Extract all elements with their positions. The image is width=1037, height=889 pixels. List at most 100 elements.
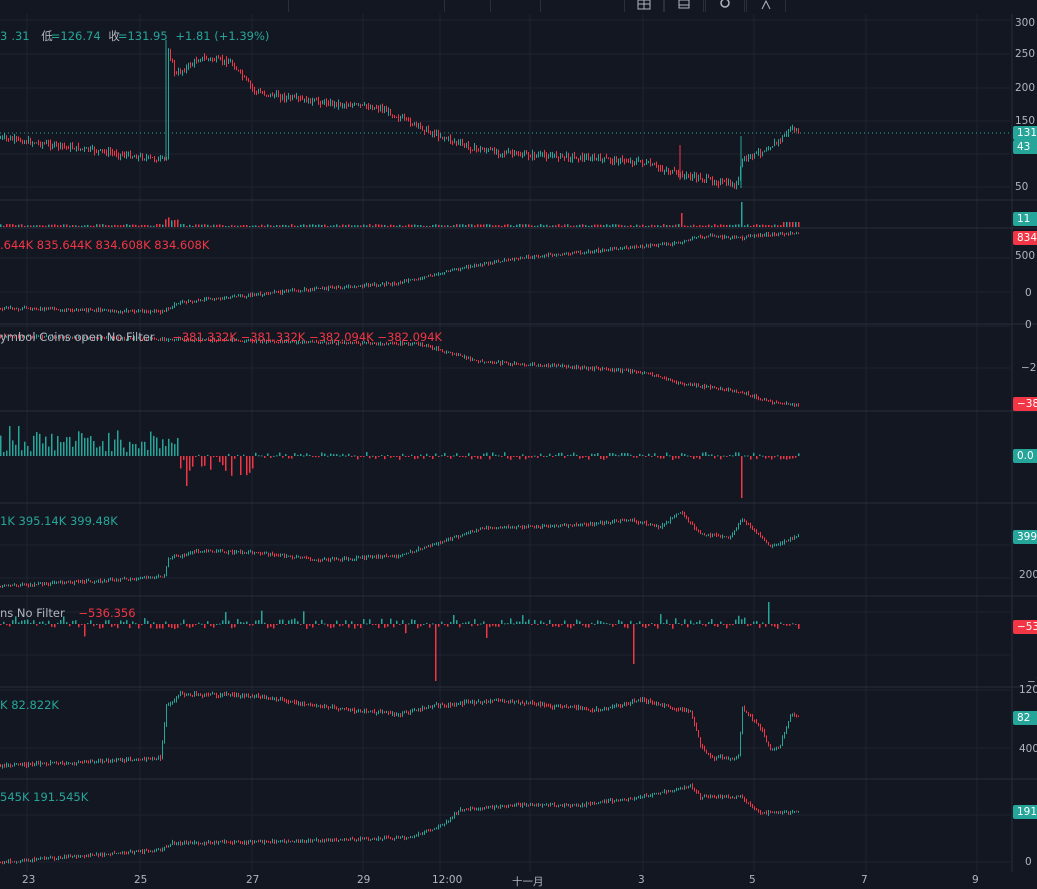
price-candle xyxy=(642,162,643,164)
volume-bar xyxy=(183,224,185,227)
p4-bar xyxy=(372,456,374,457)
price-candle xyxy=(84,148,85,149)
p7-candle xyxy=(582,708,583,709)
p7-candle xyxy=(660,704,661,705)
p7-candle xyxy=(796,716,797,717)
p5-candle xyxy=(354,559,355,560)
price-candle xyxy=(4,136,5,137)
price-candle xyxy=(644,164,645,165)
p3-candle xyxy=(774,402,775,403)
p2-candle xyxy=(292,290,293,291)
p6-bar xyxy=(708,622,710,624)
price-candle xyxy=(190,64,191,66)
p5-candle xyxy=(82,581,83,582)
price-candle xyxy=(308,98,309,102)
p2-candle xyxy=(340,287,341,288)
p5-candle xyxy=(78,581,79,582)
p4-bar xyxy=(747,455,749,456)
p6-bar xyxy=(657,624,659,629)
p7-candle xyxy=(96,761,97,762)
p3-candle xyxy=(444,352,445,353)
p5-candle xyxy=(464,534,465,535)
p4-bar xyxy=(690,456,692,457)
p6-bar xyxy=(468,622,470,624)
p7-candle xyxy=(256,695,257,696)
p5-candle xyxy=(26,585,27,586)
price-candle xyxy=(186,67,187,71)
p6-bar xyxy=(726,624,728,628)
p2-candle xyxy=(330,287,331,288)
p2-candle xyxy=(488,263,489,264)
p5-candle xyxy=(788,540,789,541)
p7-candle xyxy=(112,760,113,761)
p2-candle xyxy=(660,244,661,245)
p5-candle xyxy=(384,556,385,557)
p5-candle xyxy=(282,554,283,555)
volume-bar xyxy=(468,224,470,227)
p7-candle xyxy=(318,706,319,707)
p4-bar xyxy=(705,452,707,456)
volume-bar xyxy=(621,225,623,227)
p5-candle xyxy=(262,554,263,555)
p2-candle xyxy=(792,233,793,234)
chart-canvas[interactable] xyxy=(0,0,1037,884)
volume-bar xyxy=(81,226,83,227)
p6-bar xyxy=(99,624,101,629)
p3-candle xyxy=(672,379,673,381)
p3-candle xyxy=(496,362,497,364)
p7-candle xyxy=(678,710,679,711)
p6-bar xyxy=(774,624,776,627)
p4-bar xyxy=(345,456,347,457)
p2-candle xyxy=(470,266,471,267)
p2-candle xyxy=(210,298,211,299)
p6-bar xyxy=(756,621,758,624)
p8-candle xyxy=(72,856,73,857)
p5-candle xyxy=(174,556,175,558)
p2-candle xyxy=(402,282,403,284)
p8-candle xyxy=(152,851,153,852)
price-candle xyxy=(726,181,727,184)
p5-candle xyxy=(662,525,663,527)
price-candle xyxy=(614,158,615,161)
p5-candle xyxy=(600,522,601,523)
p7-candle xyxy=(694,717,695,724)
volume-bar xyxy=(18,225,20,227)
price-candle xyxy=(268,95,269,96)
p2-candle xyxy=(460,268,461,269)
p6-bar xyxy=(537,624,539,625)
p4-bar xyxy=(255,453,257,456)
p6-bar xyxy=(648,624,650,626)
price-candle xyxy=(400,118,401,119)
p4-bar xyxy=(693,456,695,459)
p6-bar xyxy=(378,624,380,628)
p7-candle xyxy=(22,764,23,765)
p7-candle xyxy=(448,704,449,706)
price-candle xyxy=(204,57,205,58)
p4-bar xyxy=(129,442,131,456)
p7-candle xyxy=(212,693,213,694)
p7-candle xyxy=(128,759,129,760)
p2-candle xyxy=(90,309,91,310)
p2-candle xyxy=(2,308,3,309)
p7-candle xyxy=(472,702,473,703)
p2-candle xyxy=(736,237,737,238)
p3-candle xyxy=(690,384,691,385)
price-candle xyxy=(468,145,469,147)
volume-bar xyxy=(45,226,47,227)
volume-bar xyxy=(381,225,383,227)
p5-candle xyxy=(140,578,141,579)
p5-candle xyxy=(742,520,743,522)
p7-candle xyxy=(786,727,787,733)
p3-candle xyxy=(728,389,729,390)
p2-candle xyxy=(334,288,335,289)
volume-bar xyxy=(102,224,104,227)
p2-candle xyxy=(632,247,633,248)
p2-candle xyxy=(296,291,297,292)
volume-bar xyxy=(243,225,245,227)
price-candle xyxy=(102,149,103,150)
p2-candle xyxy=(550,254,551,255)
p7-candle xyxy=(550,706,551,707)
p3-candle xyxy=(560,366,561,367)
p6-bar xyxy=(195,624,197,625)
p3-candle xyxy=(640,372,641,373)
